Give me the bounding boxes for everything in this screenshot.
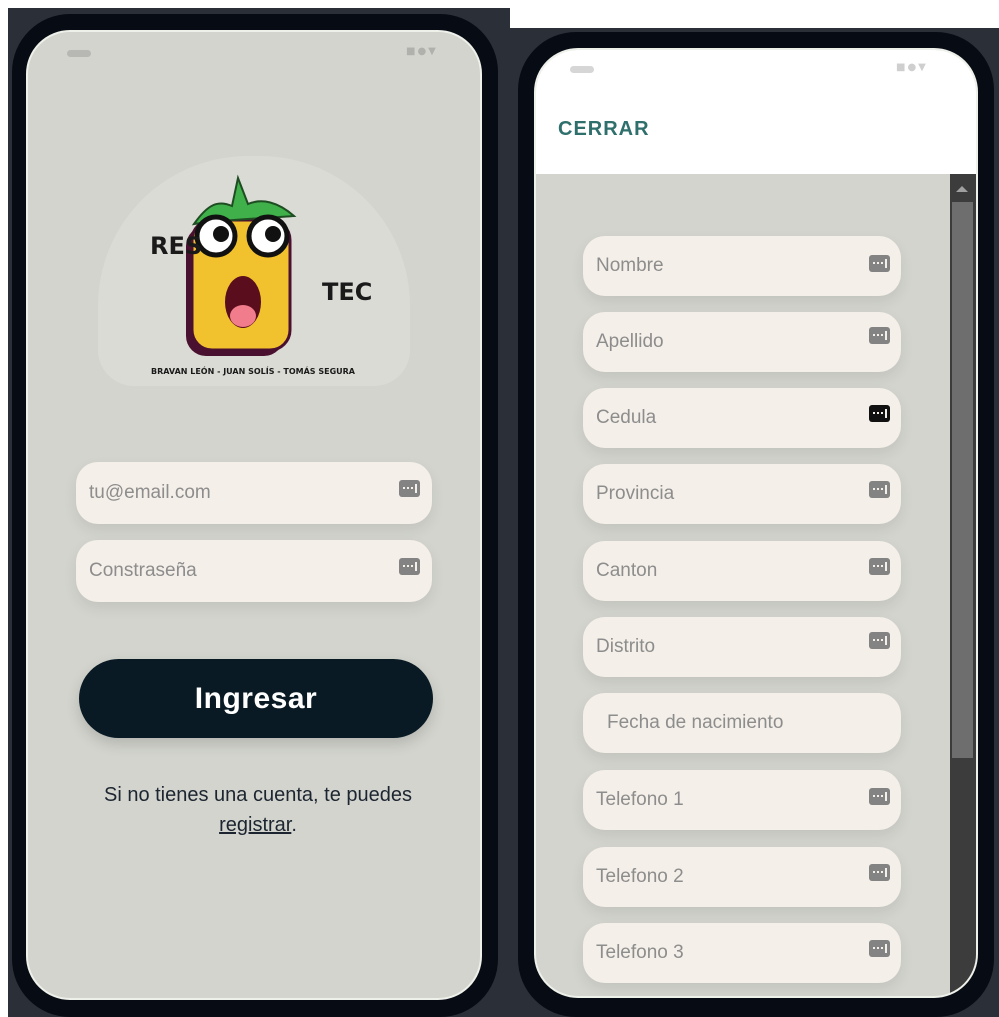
register-prompt: Si no tienes una cuenta, te puedes regis… [68, 780, 448, 840]
keyboard-icon [869, 940, 890, 957]
camera-notch [570, 66, 594, 73]
keyboard-icon [869, 481, 890, 498]
register-prefix: Si no tienes una cuenta, te puedes [103, 784, 412, 806]
field-placeholder: Apellido [596, 331, 664, 352]
logo-word-left: RES [150, 232, 202, 260]
logo-word-right: TEC [322, 278, 372, 306]
nombre-field[interactable]: Nombre [583, 236, 901, 296]
top-bar: ■●▼ CERRAR [536, 50, 976, 174]
field-placeholder: Fecha de nacimiento [607, 712, 784, 733]
password-field[interactable]: Constraseña [76, 540, 432, 602]
email-placeholder: tu@email.com [89, 482, 211, 503]
keyboard-icon [399, 558, 420, 575]
keyboard-icon [869, 788, 890, 805]
logo-credits: BRAVAN LEÓN - JUAN SOLÍS - TOMÁS SEGURA [151, 365, 356, 376]
password-placeholder: Constraseña [89, 560, 197, 581]
canton-field[interactable]: Canton [583, 541, 901, 601]
field-placeholder: Telefono 2 [596, 866, 684, 887]
login-button[interactable]: Ingresar [79, 659, 433, 738]
email-field[interactable]: tu@email.com [76, 462, 432, 524]
field-placeholder: Telefono 1 [596, 789, 684, 810]
backdrop-edge [510, 0, 999, 28]
distrito-field[interactable]: Distrito [583, 617, 901, 677]
close-button[interactable]: CERRAR [558, 118, 650, 141]
scrollbar-thumb[interactable] [952, 202, 973, 758]
phone-frame-login: ■●▼ RES TEC BRAVAN LEÓN - JUAN SOLÍS - T… [12, 14, 498, 1017]
restec-logo: RES TEC BRAVAN LEÓN - JUAN SOLÍS - TOMÁS… [150, 174, 372, 376]
keyboard-icon [869, 327, 890, 344]
field-placeholder: Cedula [596, 407, 657, 428]
status-bar-icons: ■●▼ [406, 46, 438, 57]
scroll-up-icon[interactable] [956, 186, 968, 192]
keyboard-icon [869, 864, 890, 881]
keyboard-icon [869, 405, 890, 422]
keyboard-icon [869, 632, 890, 649]
apellido-field[interactable]: Apellido [583, 312, 901, 372]
camera-notch [67, 50, 91, 57]
phone-frame-register: ■●▼ CERRAR Nombre Apellido Cedula Provin… [518, 32, 994, 1017]
telefono-1-field[interactable]: Telefono 1 [583, 770, 901, 830]
register-screen: ■●▼ CERRAR Nombre Apellido Cedula Provin… [534, 48, 978, 998]
field-placeholder: Distrito [596, 636, 656, 657]
telefono-3-field[interactable]: Telefono 3 [583, 923, 901, 983]
telefono-2-field[interactable]: Telefono 2 [583, 847, 901, 907]
status-bar-icons: ■●▼ [896, 62, 928, 73]
field-placeholder: Nombre [596, 255, 664, 276]
field-placeholder: Provincia [596, 483, 675, 504]
keyboard-icon [869, 255, 890, 272]
login-screen: ■●▼ RES TEC BRAVAN LEÓN - JUAN SOLÍS - T… [26, 30, 482, 1000]
fecha-nacimiento-field[interactable]: Fecha de nacimiento [583, 693, 901, 753]
register-suffix: . [291, 814, 297, 836]
keyboard-icon [869, 558, 890, 575]
field-placeholder: Telefono 3 [596, 942, 684, 963]
register-link[interactable]: registrar [219, 814, 291, 836]
cedula-field[interactable]: Cedula [583, 388, 901, 448]
provincia-field[interactable]: Provincia [583, 464, 901, 524]
keyboard-icon [399, 480, 420, 497]
field-placeholder: Canton [596, 560, 658, 581]
